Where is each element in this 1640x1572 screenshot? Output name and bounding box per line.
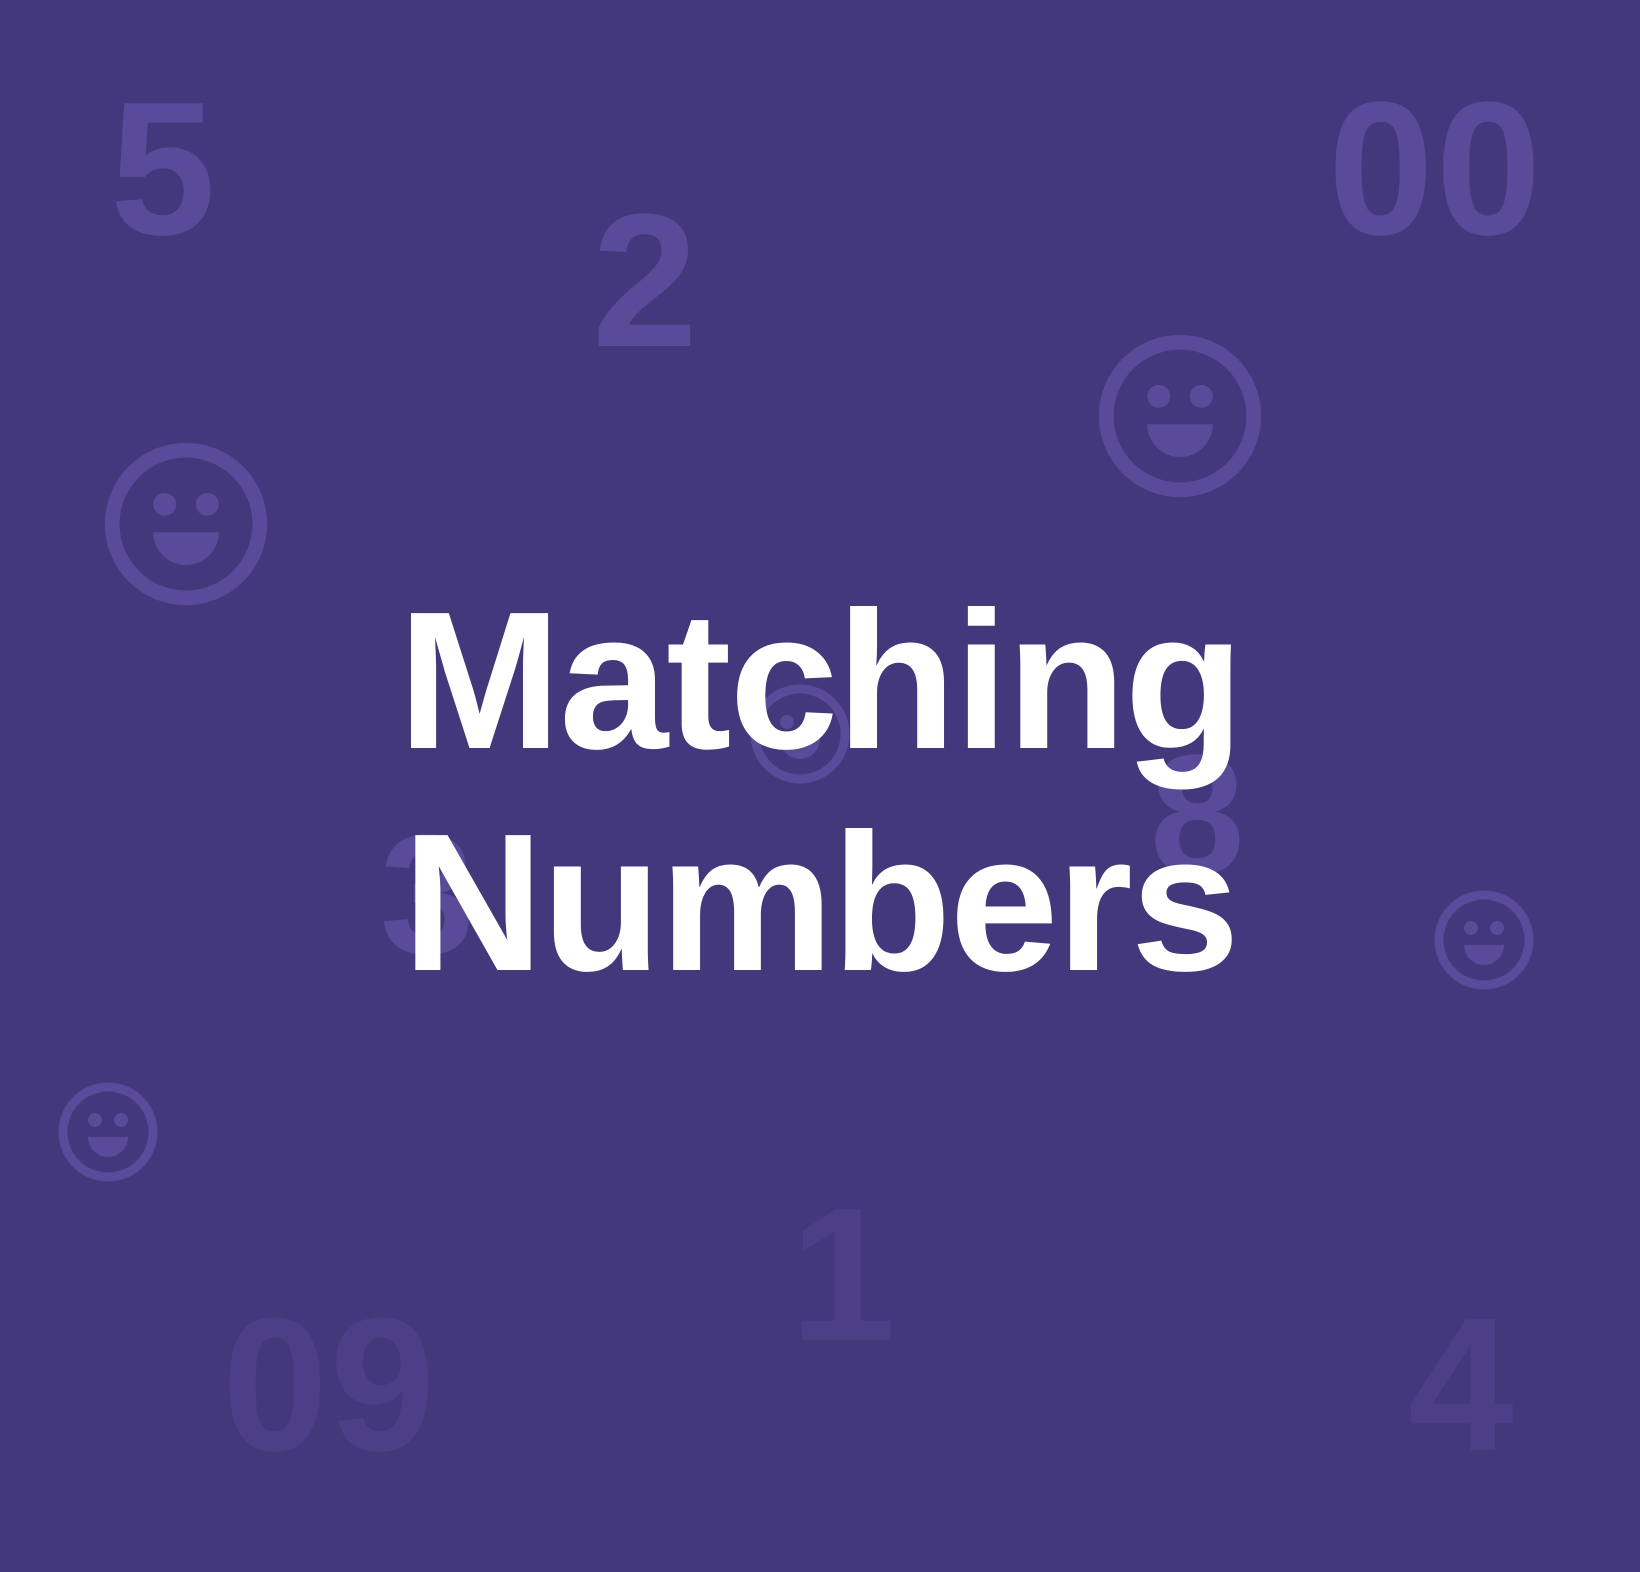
game-title-line-2: Numbers (402, 793, 1240, 1012)
smiley-face-icon (58, 1082, 158, 1182)
game-title: Matching Numbers (0, 570, 1640, 1014)
bg-number-4: 4 (1408, 1279, 1516, 1491)
bg-number-5: 5 (110, 63, 218, 275)
bg-number-00: 00 (1328, 63, 1544, 275)
bg-number-1: 1 (790, 1169, 898, 1381)
bg-number-09: 09 (222, 1279, 438, 1491)
smiley-face-icon (1098, 334, 1262, 498)
game-title-line-1: Matching (397, 571, 1244, 790)
bg-number-2: 2 (592, 175, 700, 387)
splash-screen: 5 2 00 3 8 1 09 4 Matching Numbers (0, 0, 1640, 1572)
